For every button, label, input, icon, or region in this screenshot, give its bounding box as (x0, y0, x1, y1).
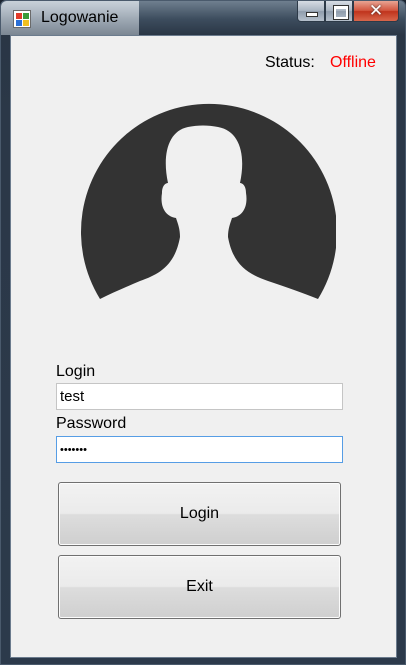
client-area: Status: Offline Login Password Login Exi… (10, 35, 397, 658)
window-title: Logowanie (41, 9, 119, 26)
avatar (78, 97, 337, 301)
login-input[interactable] (56, 383, 343, 410)
minimize-button[interactable] (297, 1, 325, 22)
exit-button[interactable]: Exit (58, 555, 341, 619)
login-window: Logowanie ✕ Status: Offline Login Passwo… (0, 0, 406, 665)
status-label: Status: (265, 54, 315, 71)
maximize-button[interactable] (325, 1, 353, 22)
user-silhouette-icon (80, 103, 337, 300)
password-label: Password (56, 415, 127, 432)
app-icon[interactable] (13, 10, 31, 28)
close-icon: ✕ (368, 1, 384, 20)
minimize-icon (307, 13, 317, 16)
login-button[interactable]: Login (58, 482, 341, 546)
password-input[interactable] (56, 436, 343, 463)
login-label: Login (56, 363, 96, 380)
title-bar[interactable]: Logowanie ✕ (1, 1, 405, 35)
maximize-icon (334, 6, 348, 19)
close-button[interactable]: ✕ (353, 1, 399, 22)
window-controls: ✕ (297, 1, 399, 23)
status-value: Offline (330, 54, 376, 71)
